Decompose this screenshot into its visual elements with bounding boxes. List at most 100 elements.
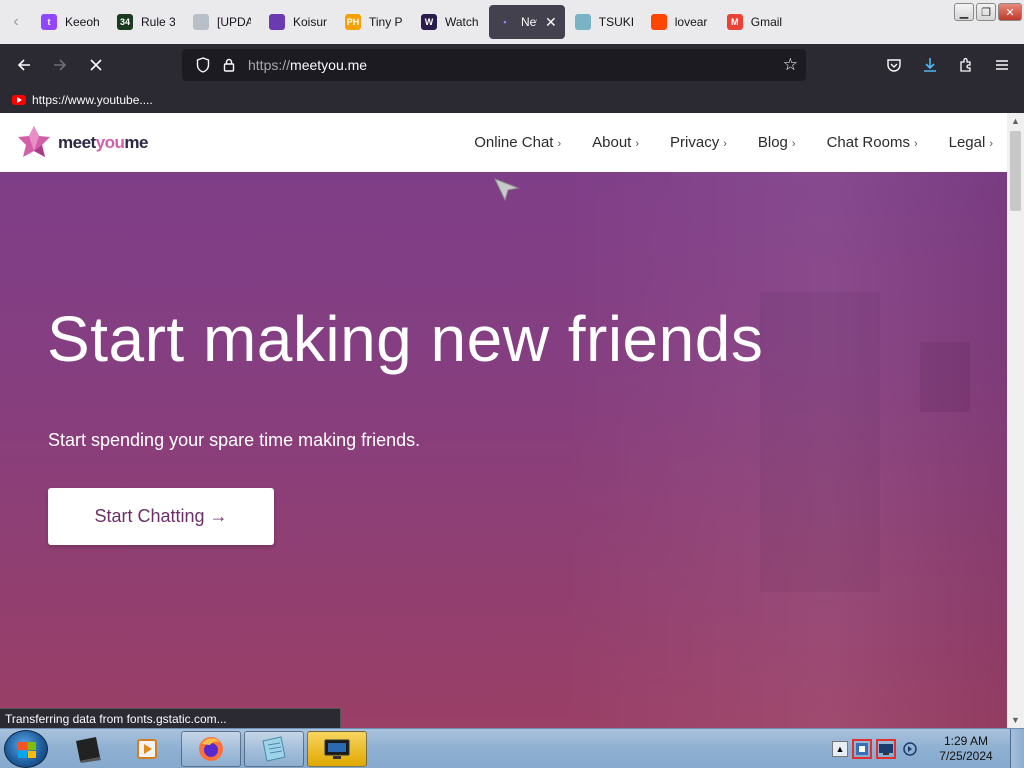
minimize-button[interactable]: ▁	[954, 3, 974, 21]
tab-title: [UPDATED]	[217, 15, 251, 29]
tab-title: Tiny Pussy	[369, 15, 403, 29]
stop-x-icon	[90, 59, 102, 71]
browser-tab[interactable]: [UPDATED]	[185, 5, 259, 39]
bookmarks-toolbar: https://www.youtube....	[0, 86, 1024, 113]
browser-tab[interactable]: M Gmail	[719, 5, 793, 39]
app-menu-button[interactable]	[986, 47, 1018, 83]
pocket-icon	[887, 59, 901, 72]
scroll-down-arrow-icon[interactable]: ▼	[1007, 712, 1024, 728]
nav-item-label: Blog	[757, 134, 788, 151]
taskbar-app-firefox[interactable]	[181, 731, 241, 767]
chevron-right-icon: ›	[791, 138, 796, 150]
reddit-icon	[650, 14, 667, 30]
taskbar-app-terminal[interactable]	[58, 731, 118, 767]
scroll-up-arrow-icon[interactable]: ▲	[1007, 113, 1024, 129]
taskbar-app-notepad[interactable]	[244, 731, 304, 767]
logo-part-meet: meet	[58, 133, 96, 152]
page-scrollbar[interactable]: ▲ ▼	[1007, 113, 1024, 728]
nav-item-legal[interactable]: Legal ›	[949, 134, 993, 151]
site-logo[interactable]: meetyoume	[16, 125, 148, 161]
taskbar-clock[interactable]: 1:29 AM 7/25/2024	[922, 734, 1010, 764]
address-bar[interactable]: https://meetyou.me ☆	[182, 49, 806, 81]
nav-item-label: Chat Rooms	[826, 134, 910, 151]
hero-subtitle: Start spending your spare time making fr…	[48, 430, 421, 450]
tab-title: Watch	[445, 15, 479, 29]
nav-item-privacy[interactable]: Privacy ›	[670, 134, 727, 151]
taskbar-app-media-player[interactable]	[118, 731, 178, 767]
back-button[interactable]	[6, 47, 42, 83]
forward-button[interactable]	[42, 47, 78, 83]
media-player-icon	[137, 739, 157, 759]
rule34-icon: 34	[117, 14, 133, 30]
tab-title: Koisuru	[293, 15, 327, 29]
star-logo-icon	[18, 126, 50, 157]
browser-tab[interactable]: 34 Rule 34	[109, 5, 183, 39]
web-page: meetyoume Online Chat › About › Privacy › Blog…	[0, 113, 1007, 728]
lock-icon[interactable]	[216, 58, 242, 72]
tray-overflow-arrow-icon[interactable]: ▲	[832, 741, 848, 757]
tab-title: Keeoh	[65, 15, 99, 29]
browser-tab[interactable]: W Watch	[413, 5, 487, 39]
bookmark-label: https://www.youtube....	[32, 92, 153, 107]
chevron-right-icon: ›	[723, 138, 727, 150]
window-controls: ▁ ❐ ✕	[954, 3, 1022, 21]
bookmark-youtube[interactable]: https://www.youtube....	[12, 93, 153, 107]
tab-strip: ‹ t Keeoh 34 Rule 34 [UPDATED] Koisuru PH Tiny …	[0, 0, 1024, 44]
globe-icon	[269, 14, 285, 30]
hero-background-shade	[920, 342, 970, 412]
download-icon	[924, 58, 936, 72]
start-chatting-button[interactable]: Start Chatting →	[48, 488, 274, 545]
ph-icon: PH	[345, 14, 361, 30]
w-icon: W	[421, 14, 437, 30]
tracking-protection-shield-icon[interactable]	[190, 57, 216, 73]
pocket-button[interactable]	[878, 47, 910, 83]
nav-item-chat-rooms[interactable]: Chat Rooms ›	[827, 134, 918, 151]
browser-tab[interactable]: TSUKI	[567, 5, 641, 39]
mouse-cursor-icon	[494, 178, 520, 202]
hero-section: Start making new friends Start spending …	[0, 172, 1007, 728]
nav-item-online-chat[interactable]: Online Chat ›	[474, 134, 561, 151]
browser-tab[interactable]: Koisuru	[261, 5, 335, 39]
show-desktop-button[interactable]	[1010, 729, 1024, 768]
nav-item-label: About	[592, 134, 632, 151]
network-flag-icon[interactable]	[852, 739, 872, 759]
browser-tab[interactable]: lovear	[643, 5, 717, 39]
restore-button[interactable]: ❐	[976, 3, 996, 21]
forward-arrow-icon	[54, 59, 67, 71]
browser-tab[interactable]: t Keeoh	[33, 5, 107, 39]
stop-button[interactable]	[78, 47, 114, 83]
extensions-button[interactable]	[950, 47, 982, 83]
volume-icon[interactable]	[900, 739, 920, 759]
tsuki-icon	[574, 14, 591, 30]
url-text[interactable]: https://meetyou.me	[248, 57, 367, 73]
display-tray-icon[interactable]	[876, 739, 896, 759]
downloads-button[interactable]	[914, 47, 946, 83]
tab-scroll-left-button[interactable]: ‹	[0, 0, 32, 44]
tab-title: lovear	[674, 15, 708, 29]
system-tray: ▲ 1:29 AM 7/25/2024	[830, 729, 1024, 768]
nav-item-label: Legal	[948, 134, 986, 151]
nav-item-about[interactable]: About ›	[592, 134, 639, 151]
bookmark-star-icon[interactable]: ☆	[783, 55, 798, 75]
scrollbar-thumb[interactable]	[1010, 131, 1021, 211]
chevron-right-icon: ›	[989, 138, 993, 150]
logo-part-you: you	[95, 133, 125, 152]
browser-tab[interactable]: PH Tiny Pussy	[337, 5, 411, 39]
chevron-right-icon: ›	[635, 138, 640, 150]
browser-tab[interactable]: • New Tab ✕	[489, 5, 565, 39]
page-icon	[193, 14, 209, 30]
chevron-right-icon: ›	[913, 138, 918, 150]
start-button[interactable]	[4, 730, 48, 768]
windows-logo-icon	[18, 742, 36, 758]
taskbar-app-remote-desktop[interactable]	[307, 731, 367, 767]
notepad-icon	[262, 736, 286, 762]
nav-item-label: Privacy	[670, 134, 720, 151]
youtube-icon	[12, 94, 26, 105]
nav-toolbar: https://meetyou.me ☆	[0, 44, 1024, 86]
close-window-button[interactable]: ✕	[998, 3, 1022, 21]
clock-date: 7/25/2024	[939, 749, 993, 763]
nav-item-blog[interactable]: Blog ›	[758, 134, 796, 151]
close-tab-icon[interactable]: ✕	[545, 14, 557, 31]
chevron-right-icon: ›	[557, 138, 562, 150]
clock-time: 1:29 AM	[943, 734, 989, 748]
